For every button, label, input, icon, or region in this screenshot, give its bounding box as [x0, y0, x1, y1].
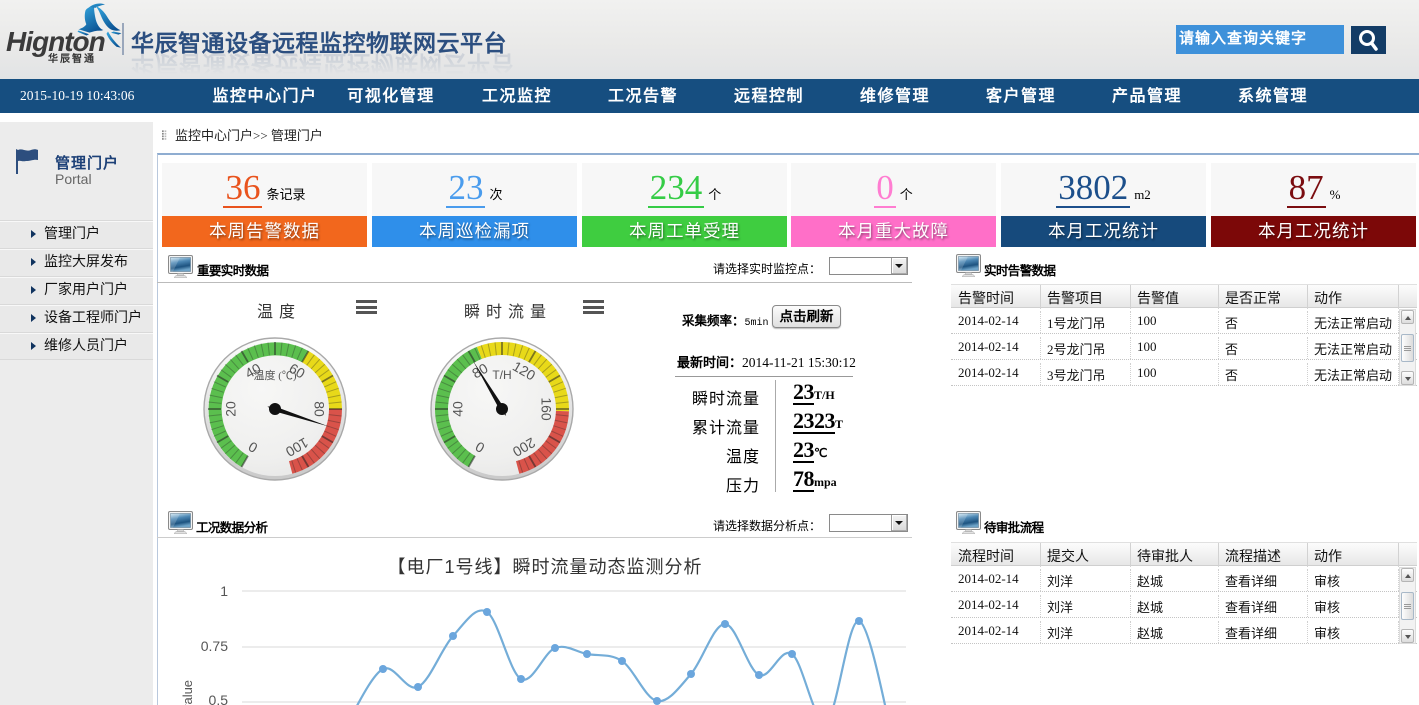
- svg-text:温度 (℃): 温度 (℃): [253, 368, 296, 382]
- svg-text:160: 160: [538, 397, 554, 421]
- svg-text:80: 80: [311, 401, 327, 417]
- svg-text:T/H: T/H: [492, 368, 511, 382]
- svg-text:20: 20: [223, 401, 239, 417]
- svg-text:40: 40: [450, 401, 466, 417]
